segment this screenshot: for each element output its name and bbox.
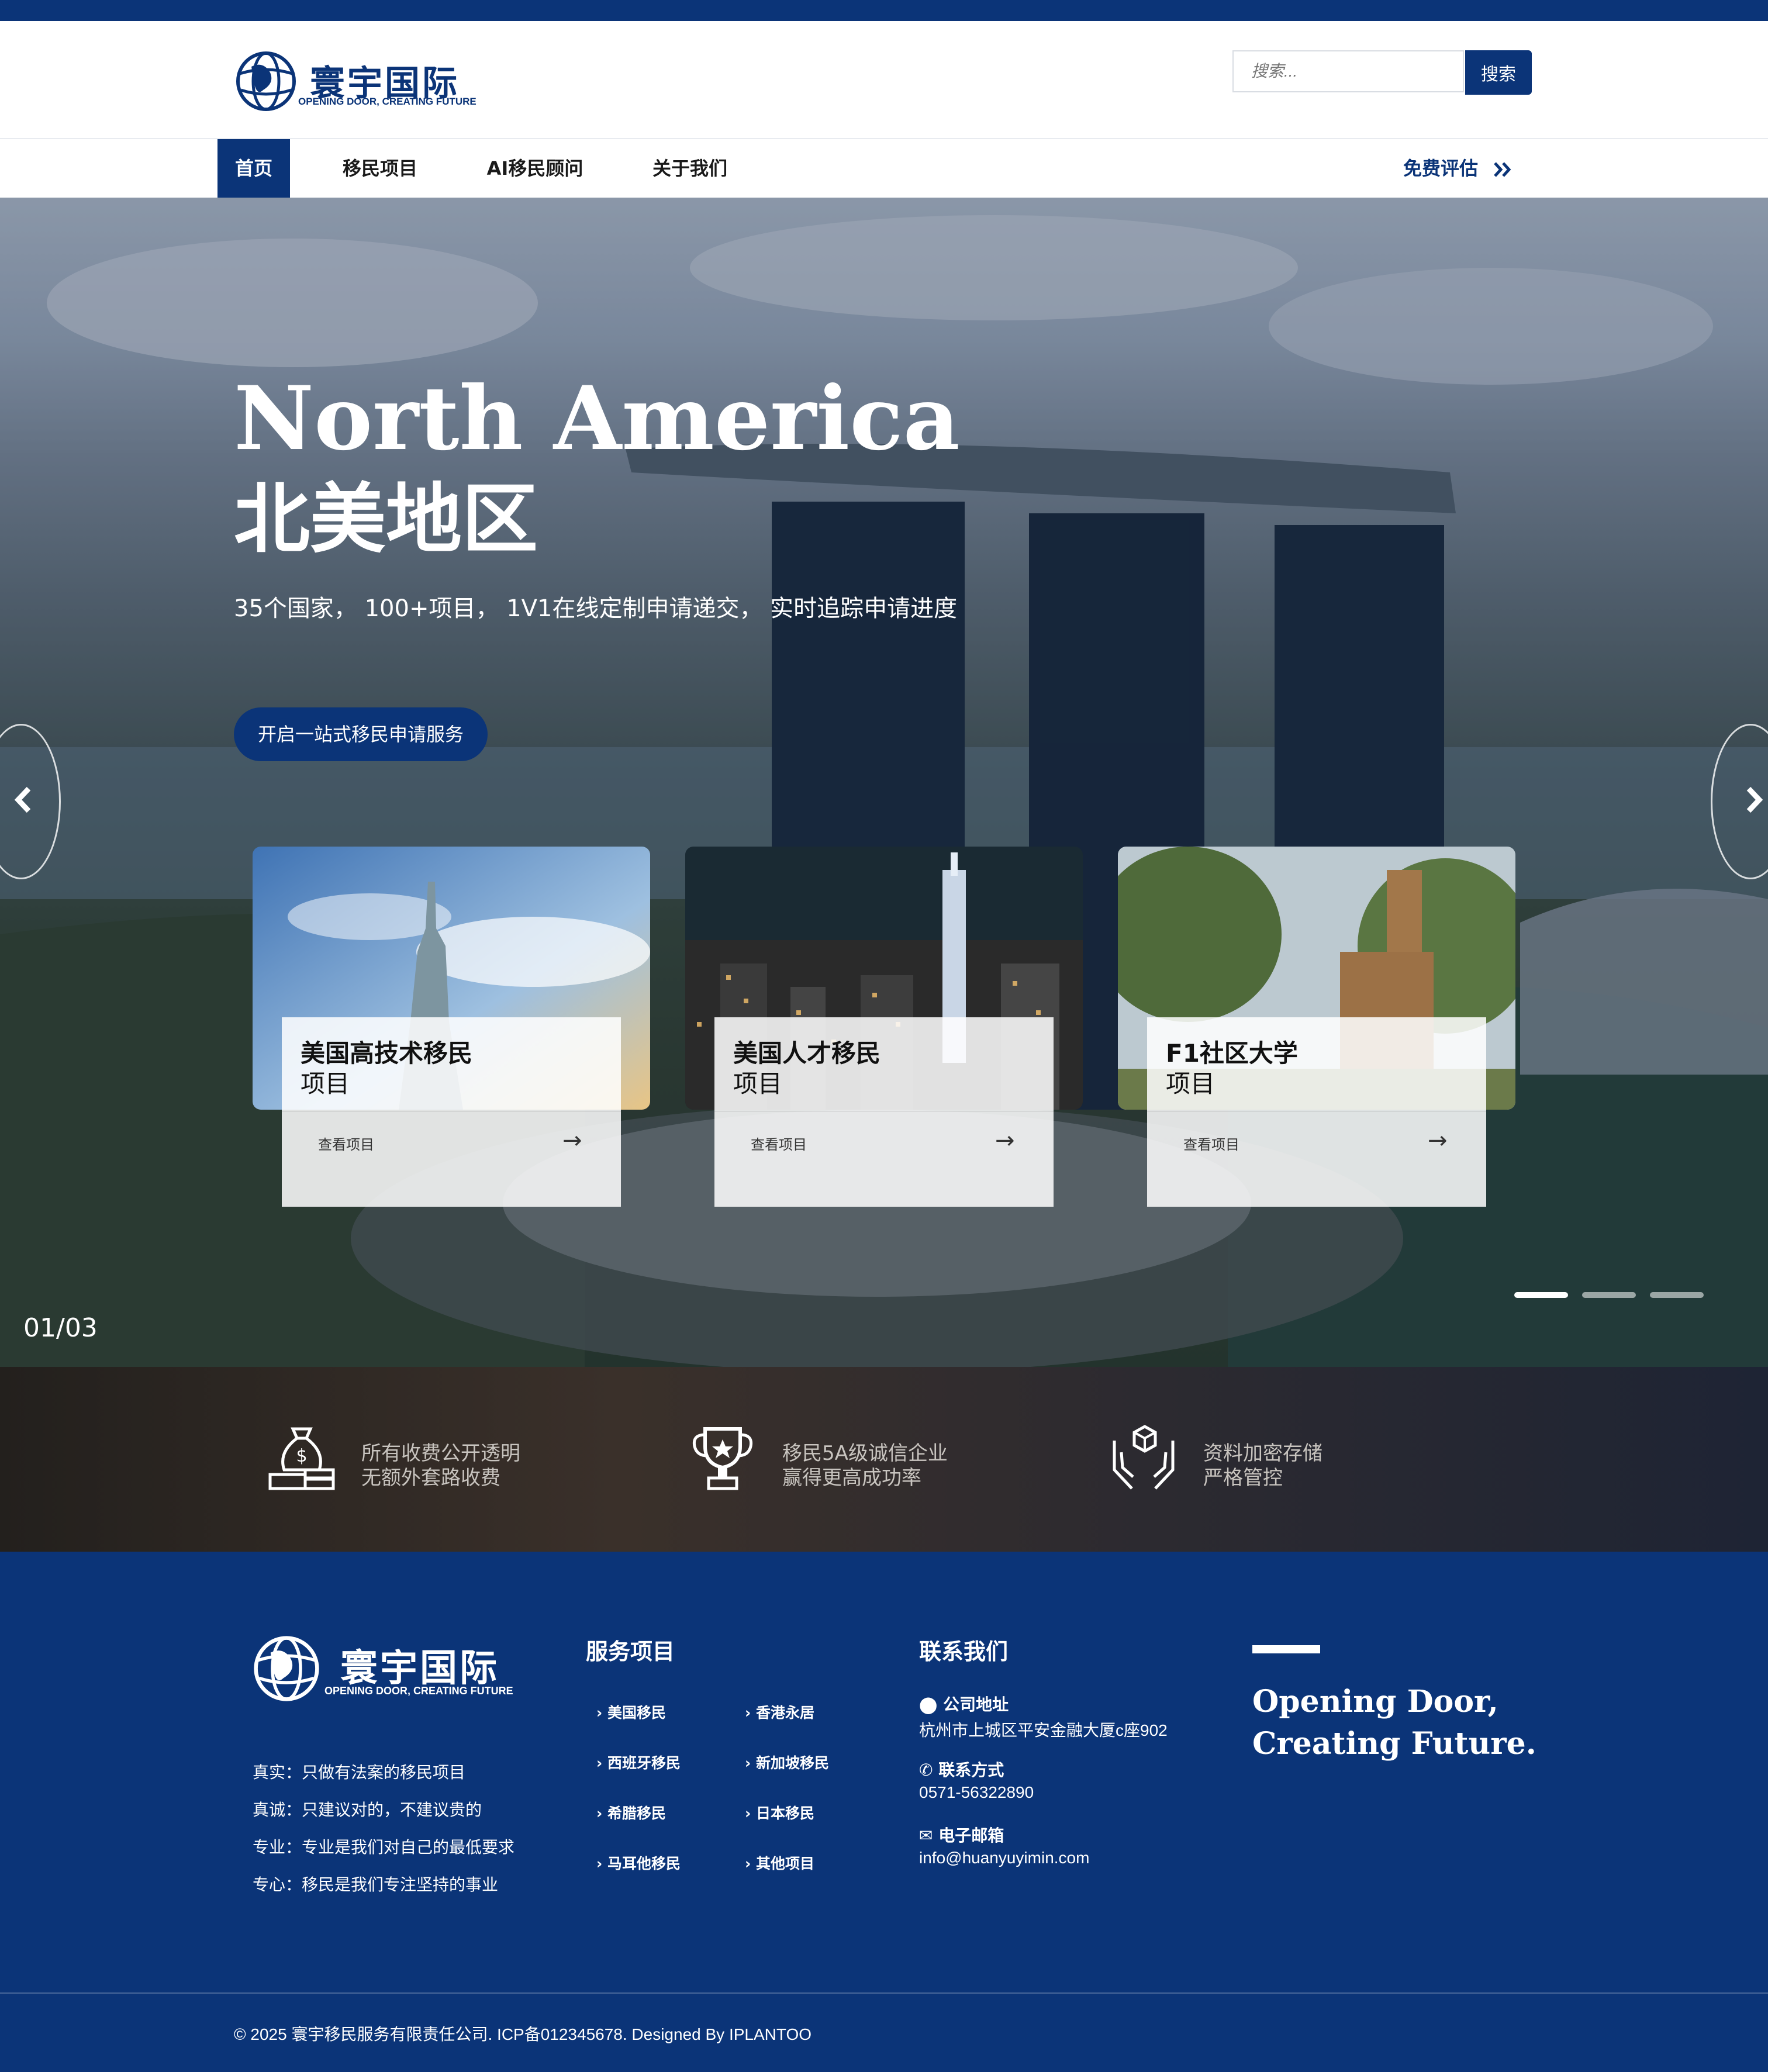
service-label: 希腊移民 (607, 1805, 667, 1822)
map-pin-icon: ⬤ (919, 1695, 938, 1714)
service-label: 其他项目 (756, 1855, 815, 1872)
project-card-subtitle: 项目 (301, 1069, 350, 1098)
service-link[interactable]: › 西班牙移民 (596, 1752, 681, 1773)
footer-brand-logo[interactable]: 寰宇国际 OPENING DOOR, CREATING FUTURE (251, 1634, 520, 1704)
features-strip: $ 所有收费公开透明 无额外套路收费 移民5A级诚信企业 赢得更高成功率 资料加… (0, 1367, 1768, 1552)
brand-logo[interactable]: 寰宇国际 OPENING DOOR, CREATING FUTURE (234, 49, 476, 113)
project-card-subtitle: 项目 (1166, 1069, 1216, 1098)
project-card[interactable]: 美国人才移民 项目 查看项目 → (685, 847, 1083, 1207)
company-value: 专心：移民是我们专注坚持的事业 (253, 1875, 499, 1894)
feature-line-2: 赢得更高成功率 (782, 1466, 921, 1490)
search-input[interactable] (1232, 50, 1464, 92)
footer-brand-tagline: OPENING DOOR, CREATING FUTURE (324, 1685, 513, 1697)
service-label: 新加坡移民 (756, 1755, 830, 1771)
nav-item-immigration-projects[interactable]: 移民项目 (327, 139, 433, 198)
phone-label: ✆ 联系方式 (919, 1757, 1004, 1781)
project-card-subtitle: 项目 (733, 1069, 783, 1098)
chevron-right-icon (1746, 786, 1763, 813)
arrow-right-icon: → (1428, 1127, 1448, 1154)
copyright-text: © 2025 寰宇移民服务有限责任公司. ICP备012345678. Desi… (234, 2025, 812, 2043)
arrow-right-icon: → (995, 1127, 1015, 1154)
service-label: 日本移民 (756, 1805, 815, 1822)
project-card-panel: 美国人才移民 项目 查看项目 → (714, 1017, 1054, 1207)
money-bag-icon: $ (268, 1427, 335, 1490)
hero-subtitle: 35个国家， 100+项目， 1V1在线定制申请递交， 实时追踪申请进度 (234, 595, 958, 622)
company-value: 专业：专业是我们对自己的最低要求 (253, 1838, 515, 1857)
view-project-link[interactable]: 查看项目 → (714, 1111, 1054, 1173)
phone-label-text: 联系方式 (938, 1760, 1004, 1780)
hero-title-chinese: 北美地区 (234, 475, 538, 564)
contact-heading: 联系我们 (919, 1639, 1009, 1664)
envelope-icon: ✉ (919, 1826, 933, 1845)
carousel-dot-3[interactable] (1650, 1292, 1704, 1298)
hero-carousel: North America 北美地区 35个国家， 100+项目， 1V1在线定… (0, 198, 1768, 1367)
phone-icon: ✆ (919, 1760, 933, 1780)
service-link[interactable]: › 美国移民 (596, 1701, 666, 1722)
feature-line-2: 严格管控 (1203, 1466, 1283, 1490)
service-link[interactable]: › 其他项目 (745, 1852, 814, 1873)
services-heading: 服务项目 (586, 1639, 675, 1664)
project-card-panel: 美国高技术移民 项目 查看项目 → (282, 1017, 621, 1207)
free-assessment-link[interactable]: 免费评估 (1403, 139, 1513, 198)
nav-item-ai-consultant[interactable]: AI移民顾问 (479, 139, 591, 198)
service-link[interactable]: › 马耳他移民 (596, 1852, 681, 1873)
service-link[interactable]: › 日本移民 (745, 1802, 814, 1823)
trophy-icon (692, 1427, 753, 1490)
carousel-dot-2[interactable] (1582, 1292, 1636, 1298)
svg-text:$: $ (296, 1446, 307, 1466)
service-label: 美国移民 (607, 1704, 667, 1721)
arrow-right-icon: → (562, 1127, 582, 1154)
carousel-dot-1[interactable] (1514, 1292, 1568, 1298)
slogan-line-2: Creating Future. (1252, 1726, 1536, 1762)
service-link[interactable]: › 希腊移民 (596, 1802, 666, 1823)
top-accent-bar (0, 0, 1768, 21)
service-label: 香港永居 (756, 1704, 815, 1721)
brand-tagline: OPENING DOOR, CREATING FUTURE (298, 96, 476, 107)
company-value: 真实：只做有法案的移民项目 (253, 1763, 466, 1782)
copyright-bar: © 2025 寰宇移民服务有限责任公司. ICP备012345678. Desi… (0, 1992, 1768, 2072)
view-project-label: 查看项目 (751, 1137, 807, 1153)
project-card-panel: F1社区大学 项目 查看项目 → (1147, 1017, 1486, 1207)
view-project-label: 查看项目 (318, 1137, 374, 1153)
globe-logo-icon (254, 1636, 319, 1701)
project-card[interactable]: 美国高技术移民 项目 查看项目 → (253, 847, 650, 1207)
chevron-left-icon (14, 786, 31, 813)
view-project-link[interactable]: 查看项目 → (1147, 1111, 1486, 1173)
nav-item-home[interactable]: 首页 (217, 139, 290, 198)
address-label: ⬤ 公司地址 (919, 1692, 1009, 1715)
view-project-link[interactable]: 查看项目 → (282, 1111, 621, 1173)
slide-counter: 01/03 (23, 1313, 98, 1343)
email-label: ✉ 电子邮箱 (919, 1823, 1004, 1846)
site-header: 寰宇国际 OPENING DOOR, CREATING FUTURE 搜索 (0, 21, 1768, 139)
email-label-text: 电子邮箱 (938, 1826, 1004, 1845)
service-link[interactable]: › 新加坡移民 (745, 1752, 829, 1773)
view-project-label: 查看项目 (1183, 1137, 1239, 1153)
address-text: 杭州市上城区平安金融大厦c座902 (919, 1721, 1168, 1739)
service-label: 西班牙移民 (607, 1755, 681, 1771)
search-button[interactable]: 搜索 (1465, 50, 1532, 95)
start-application-button[interactable]: 开启一站式移民申请服务 (234, 707, 488, 761)
slogan-accent-bar (1252, 1645, 1320, 1653)
main-nav: 首页 移民项目 AI移民顾问 关于我们 免费评估 (0, 139, 1768, 198)
footer-brand-name: 寰宇国际 (340, 1647, 499, 1690)
service-link[interactable]: › 香港永居 (745, 1701, 814, 1722)
double-chevron-right-icon (1494, 162, 1511, 177)
secure-box-icon (1113, 1425, 1175, 1490)
free-assessment-label: 免费评估 (1403, 157, 1479, 179)
feature-line-2: 无额外套路收费 (361, 1466, 500, 1490)
nav-item-about-us[interactable]: 关于我们 (637, 139, 743, 198)
service-label: 马耳他移民 (607, 1855, 681, 1872)
hero-title-english: North America (234, 367, 960, 470)
search-box: 搜索 (1232, 50, 1532, 95)
project-card[interactable]: F1社区大学 项目 查看项目 → (1118, 847, 1515, 1207)
site-footer: 寰宇国际 OPENING DOOR, CREATING FUTURE 真实：只做… (0, 1552, 1768, 1992)
phone-number[interactable]: 0571-56322890 (919, 1783, 1034, 1802)
globe-logo-icon (236, 51, 296, 111)
email-address[interactable]: info@huanyuyimin.com (919, 1849, 1089, 1867)
address-label-text: 公司地址 (943, 1695, 1009, 1714)
company-value: 真诚：只建议对的，不建议贵的 (253, 1800, 482, 1819)
slogan-line-1: Opening Door, (1252, 1684, 1498, 1719)
